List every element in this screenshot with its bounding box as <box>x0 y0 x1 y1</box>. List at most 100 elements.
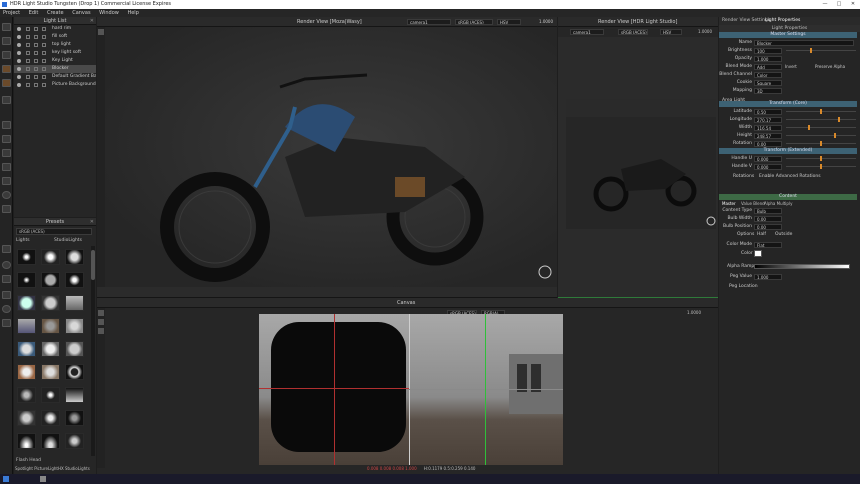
preset-thumbnail[interactable] <box>17 410 36 426</box>
frame-tool-icon[interactable] <box>2 205 11 213</box>
preset-thumbnail[interactable] <box>65 318 84 334</box>
brush-tool-icon[interactable] <box>2 79 11 87</box>
tab-light-properties[interactable]: Light Properties <box>765 17 800 25</box>
preset-thumbnail[interactable] <box>65 410 84 426</box>
layers-tool-icon[interactable] <box>2 51 11 59</box>
preset-thumbnail[interactable] <box>65 249 84 265</box>
eye-icon[interactable] <box>17 67 21 71</box>
toggle-icon[interactable] <box>26 35 30 39</box>
toggle-icon[interactable] <box>34 43 38 47</box>
eye-icon[interactable] <box>17 43 21 47</box>
preset-thumbnail[interactable] <box>41 272 60 288</box>
width-field[interactable]: 116.54 <box>754 124 782 131</box>
cookie-dropdown[interactable]: Square <box>754 79 782 86</box>
camera-dropdown[interactable]: camera1 <box>407 19 451 25</box>
preset-thumbnail[interactable] <box>17 387 36 403</box>
light-list-item[interactable]: Default Gradient Back... <box>14 73 96 81</box>
preset-thumbnail[interactable] <box>17 364 36 380</box>
preset-thumbnail[interactable] <box>41 318 60 334</box>
preset-thumbnail[interactable] <box>65 341 84 357</box>
preset-thumbnail[interactable] <box>17 249 36 265</box>
maximize-button[interactable]: □ <box>832 0 846 9</box>
paint-tool-icon[interactable] <box>2 37 11 45</box>
name-field[interactable]: Blocker <box>754 39 854 46</box>
display-dropdown[interactable]: HSV <box>497 19 521 25</box>
preset-thumbnail[interactable] <box>65 433 84 449</box>
preset-thumbnail[interactable] <box>41 364 60 380</box>
handle-u-slider[interactable] <box>786 156 856 161</box>
toggle-icon[interactable] <box>42 75 46 79</box>
menu-help[interactable]: Help <box>127 10 138 16</box>
blend-mode-dropdown[interactable]: Add <box>754 63 782 70</box>
color-swatch[interactable] <box>754 250 762 257</box>
brightness-field[interactable]: 100 <box>754 47 782 54</box>
import-icon[interactable] <box>2 245 11 253</box>
rotation-field[interactable]: 0.00 <box>754 140 782 147</box>
section-master-settings[interactable]: Master Settings <box>719 32 857 38</box>
toggle-icon[interactable] <box>26 83 30 87</box>
toggle-icon[interactable] <box>42 35 46 39</box>
exposure-value[interactable]: 1.0000 <box>539 17 553 27</box>
toggle-icon[interactable] <box>42 59 46 63</box>
content-type-dropdown[interactable]: Bulb <box>754 207 782 214</box>
close-icon[interactable]: ✕ <box>90 218 94 226</box>
light-list-item[interactable]: Picture Background <box>14 81 96 89</box>
handle-v-field[interactable]: 0.000 <box>754 163 782 170</box>
toggle-icon[interactable] <box>42 67 46 71</box>
pencil-icon[interactable] <box>98 29 104 35</box>
exposure-value[interactable]: 1.0000 <box>698 29 712 34</box>
preset-thumbnail[interactable] <box>65 387 84 403</box>
mapping-dropdown[interactable]: 3D <box>754 87 782 94</box>
preset-thumbnail[interactable] <box>41 249 60 265</box>
eye-icon[interactable] <box>17 51 21 55</box>
export-icon[interactable] <box>2 319 11 327</box>
camera-icon[interactable] <box>2 275 11 283</box>
move-icon[interactable] <box>98 310 104 316</box>
render-icon[interactable] <box>2 291 11 299</box>
preset-thumbnail[interactable] <box>65 295 84 311</box>
preset-thumbnail[interactable] <box>17 272 36 288</box>
light-list-item[interactable]: key light soft <box>14 49 96 57</box>
preset-thumbnail[interactable] <box>17 433 36 449</box>
preset-thumbnail[interactable] <box>41 387 60 403</box>
light-list-item[interactable]: Blocker <box>14 65 96 73</box>
panel-tool-icon[interactable] <box>2 163 11 171</box>
presets-scrollbar[interactable] <box>91 246 95 456</box>
preset-thumbnail[interactable] <box>41 341 60 357</box>
section-content[interactable]: Content <box>719 194 857 200</box>
gradient-tool-icon[interactable] <box>2 65 11 73</box>
toggle-icon[interactable] <box>34 83 38 87</box>
bike-render-small-image[interactable] <box>566 99 716 229</box>
presets-subcategory[interactable]: StudioLights <box>54 238 82 243</box>
eye-icon[interactable] <box>17 59 21 63</box>
hdri-canvas-image[interactable] <box>259 314 563 465</box>
handle-v-slider[interactable] <box>786 164 856 169</box>
toggle-icon[interactable] <box>34 35 38 39</box>
brightness-slider[interactable] <box>786 48 856 53</box>
longitude-slider[interactable] <box>786 117 856 122</box>
camera-dropdown[interactable]: camera1 <box>570 29 604 35</box>
list-tool-icon[interactable] <box>2 149 11 157</box>
row-tool-icon[interactable] <box>2 121 11 129</box>
bulb-position-field[interactable]: 0.00 <box>754 223 782 230</box>
canvas-exposure[interactable]: 1.0000 <box>687 310 701 315</box>
alpha-ramp-gradient[interactable] <box>754 264 850 269</box>
peg-value-field[interactable]: 1.000 <box>754 273 782 280</box>
select-icon[interactable] <box>98 319 104 325</box>
zoom-icon[interactable] <box>98 328 104 334</box>
presets-colorspace-dropdown[interactable]: sRGB (ACES) <box>16 228 92 235</box>
menu-project[interactable]: Project <box>3 10 20 16</box>
colorspace-dropdown[interactable]: sRGB (ACES) <box>455 19 493 25</box>
preset-thumbnail[interactable] <box>41 410 60 426</box>
toggle-icon[interactable] <box>42 43 46 47</box>
light-list-item[interactable]: fill soft <box>14 33 96 41</box>
start-icon[interactable] <box>3 476 9 482</box>
section-transform-extended[interactable]: Transform (Extended) <box>719 148 857 154</box>
split-tool-icon[interactable] <box>2 177 11 185</box>
color-mode-dropdown[interactable]: Flat <box>754 241 782 248</box>
blend-channel-dropdown[interactable]: Color <box>754 71 782 78</box>
toggle-icon[interactable] <box>34 59 38 63</box>
preset-thumbnail[interactable] <box>41 433 60 449</box>
toggle-icon[interactable] <box>34 51 38 55</box>
preset-thumbnail[interactable] <box>17 295 36 311</box>
